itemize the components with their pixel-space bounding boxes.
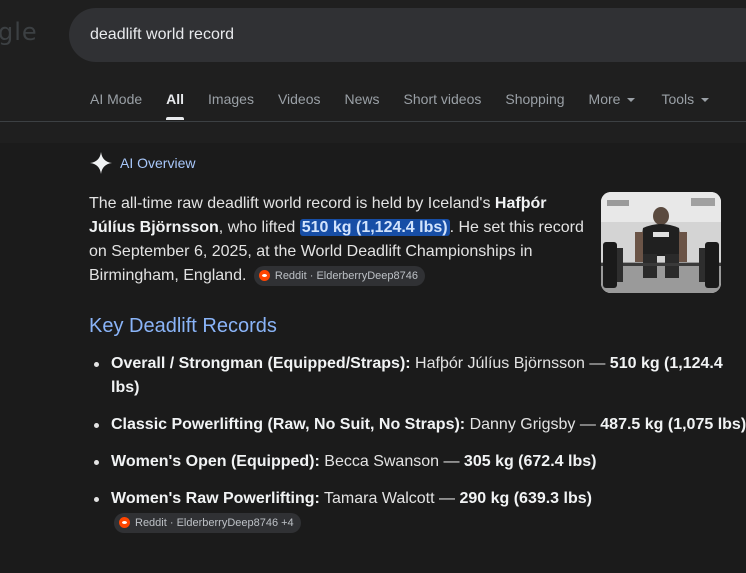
google-logo-fragment[interactable]: gle [0, 18, 38, 46]
reddit-icon [119, 517, 130, 529]
key-records-heading: Key Deadlift Records [89, 315, 277, 337]
ai-overview-label: AI Overview [120, 155, 196, 171]
strongman-deadlift-image[interactable] [601, 192, 721, 293]
tab-news[interactable]: News [345, 91, 380, 107]
tab-ai-mode[interactable]: AI Mode [90, 91, 142, 107]
sparkle-icon [90, 152, 112, 174]
tab-short-videos[interactable]: Short videos [404, 91, 482, 107]
list-item: Classic Powerlifting (Raw, No Suit, No S… [94, 413, 746, 437]
ai-overview-header: AI Overview [89, 151, 195, 175]
source-chip[interactable]: Reddit · ElderberryDeep8746 [253, 265, 425, 286]
search-tabs: AI Mode All Images Videos News Short vid… [90, 91, 733, 121]
tab-all[interactable]: All [166, 91, 184, 120]
header-divider [0, 121, 746, 122]
tab-tools[interactable]: Tools [661, 91, 710, 107]
ai-summary-paragraph: The all-time raw deadlift world record i… [89, 195, 584, 286]
chevron-down-icon [627, 98, 636, 102]
tab-more[interactable]: More [589, 91, 636, 107]
tab-shopping[interactable]: Shopping [505, 91, 564, 107]
list-item: Women's Raw Powerlifting: Tamara Walcott… [94, 487, 746, 535]
list-item: Women's Open (Equipped): Becca Swanson —… [94, 450, 746, 474]
search-input[interactable]: deadlift world record [69, 8, 746, 62]
reddit-icon [258, 270, 270, 282]
highlighted-record-weight: 510 kg (1,124.4 lbs) [299, 219, 450, 236]
tab-images[interactable]: Images [208, 91, 254, 107]
key-records-list: Overall / Strongman (Equipped/Straps): H… [89, 352, 746, 548]
list-item: Overall / Strongman (Equipped/Straps): H… [94, 352, 746, 400]
source-chip[interactable]: Reddit · ElderberryDeep8746 +4 [114, 512, 301, 533]
deadlift-photo [601, 192, 721, 293]
tab-videos[interactable]: Videos [278, 91, 321, 107]
search-query-text[interactable]: deadlift world record [90, 26, 234, 44]
chevron-down-icon [701, 98, 710, 102]
